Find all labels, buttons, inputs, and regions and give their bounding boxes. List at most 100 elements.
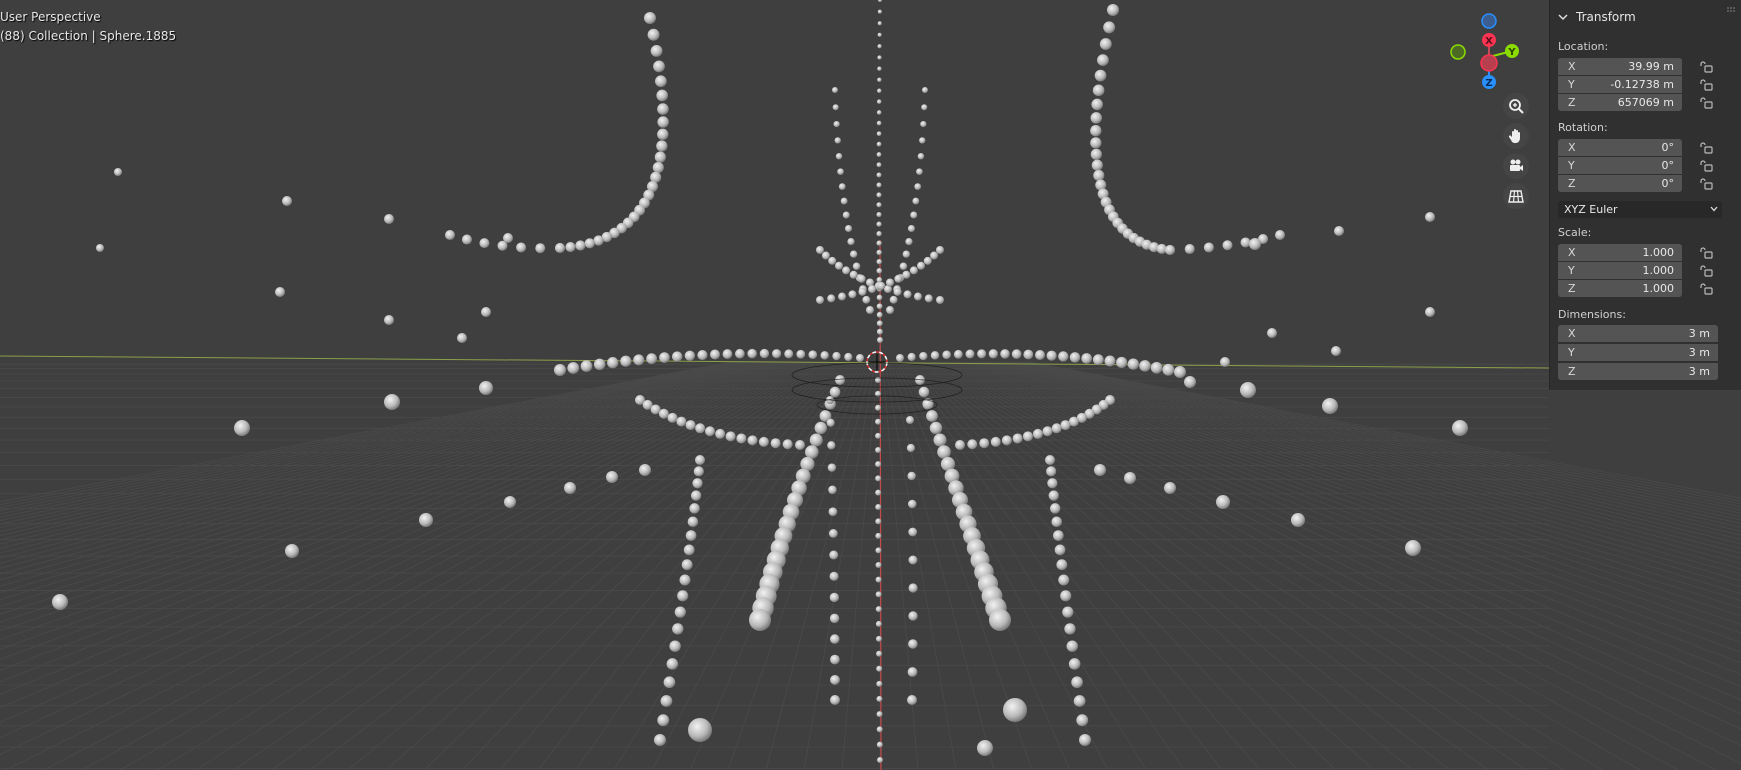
sphere: [567, 362, 580, 374]
unlock-icon[interactable]: [1699, 247, 1713, 259]
sphere: [829, 386, 841, 398]
sphere: [772, 349, 782, 359]
sphere: [516, 242, 527, 253]
sphere: [805, 445, 819, 459]
sphere: [1079, 734, 1091, 746]
sphere: [384, 394, 400, 410]
sphere: [620, 355, 632, 367]
sphere: [593, 358, 606, 371]
rotation-mode-select[interactable]: XYZ Euler: [1558, 201, 1722, 218]
sphere: [657, 128, 669, 141]
sphere: [1062, 606, 1074, 618]
rotation-y-field[interactable]: Y 0°: [1558, 157, 1682, 174]
sphere: [1012, 433, 1023, 444]
scale-z-field[interactable]: Z 1.000: [1558, 280, 1682, 297]
sphere: [1094, 69, 1107, 82]
sphere: [977, 740, 993, 756]
sphere: [1069, 352, 1081, 363]
unlock-icon[interactable]: [1699, 142, 1713, 154]
sphere: [535, 243, 546, 254]
sphere: [695, 423, 706, 434]
sphere: [1104, 355, 1116, 367]
sphere: [715, 428, 726, 439]
location-y-field[interactable]: Y -0.12738 m: [1558, 76, 1682, 93]
sphere: [1090, 125, 1102, 137]
scale-y-field[interactable]: Y 1.000: [1558, 262, 1682, 279]
location-x-field[interactable]: X 39.99 m: [1558, 58, 1682, 75]
sphere: [816, 296, 824, 304]
sphere: [868, 285, 877, 294]
object-origin-marker[interactable]: [866, 351, 888, 373]
rotation-x-field[interactable]: X 0°: [1558, 139, 1682, 156]
navigation-gizmo[interactable]: X Y Z: [1440, 10, 1520, 90]
sphere: [52, 594, 68, 610]
properties-sidebar[interactable]: Transform Location: X 39.99 m Y -0.12738…: [1549, 0, 1741, 390]
sphere: [683, 544, 695, 556]
transform-panel-header[interactable]: Transform: [1550, 6, 1741, 28]
camera-icon[interactable]: [1503, 153, 1529, 179]
sphere: [875, 461, 882, 468]
sphere: [684, 350, 696, 361]
sphere: [837, 168, 844, 175]
unlock-icon[interactable]: [1699, 265, 1713, 277]
sphere: [1124, 472, 1136, 484]
sphere: [858, 287, 867, 296]
sphere: [722, 349, 733, 359]
sphere: [1035, 350, 1045, 360]
chevron-down-icon[interactable]: [1558, 12, 1568, 22]
sphere: [1056, 559, 1068, 571]
sphere: [876, 695, 883, 702]
sphere: [1046, 466, 1057, 477]
hand-icon[interactable]: [1503, 123, 1529, 149]
dimensions-x-field[interactable]: X 3 m: [1558, 325, 1718, 342]
sphere: [875, 489, 882, 496]
sphere: [875, 532, 882, 539]
sphere: [875, 518, 882, 525]
location-z-field[interactable]: Z 657069 m: [1558, 94, 1682, 111]
sphere: [842, 211, 850, 219]
grid-icon[interactable]: [1503, 183, 1529, 209]
unlock-icon[interactable]: [1699, 178, 1713, 190]
dimensions-x-value: 3 m: [1688, 327, 1710, 340]
unlock-icon[interactable]: [1699, 283, 1713, 295]
sphere: [828, 485, 837, 495]
drag-handle-icon[interactable]: [1726, 6, 1736, 14]
rotation-z-field[interactable]: Z 0°: [1558, 175, 1682, 192]
dimensions-z-field[interactable]: Z 3 m: [1558, 363, 1718, 380]
sphere: [844, 224, 853, 233]
unlock-icon[interactable]: [1699, 79, 1713, 91]
sphere: [908, 583, 918, 593]
sphere: [633, 354, 645, 366]
sphere: [877, 9, 882, 14]
sphere: [654, 734, 666, 746]
sphere: [1452, 420, 1468, 436]
sphere: [833, 120, 840, 128]
sphere: [852, 262, 861, 270]
sphere: [580, 360, 593, 372]
scene-canvas[interactable]: [0, 0, 1741, 770]
sphere: [234, 420, 250, 436]
sphere: [749, 609, 771, 631]
sphere: [886, 278, 894, 287]
axis-label: X: [1568, 246, 1576, 259]
sphere: [844, 352, 853, 362]
sphere: [917, 153, 925, 160]
sphere: [504, 496, 516, 508]
sphere: [829, 592, 840, 603]
zoom-icon[interactable]: [1503, 93, 1529, 119]
sphere: [1060, 590, 1072, 602]
scale-x-field[interactable]: X 1.000: [1558, 244, 1682, 261]
sphere: [1045, 455, 1055, 465]
3d-viewport[interactable]: User Perspective (88) Collection | Spher…: [0, 0, 1741, 770]
unlock-icon[interactable]: [1699, 61, 1713, 73]
unlock-icon[interactable]: [1699, 160, 1713, 172]
dimensions-y-field[interactable]: Y 3 m: [1558, 344, 1718, 361]
sphere: [875, 606, 882, 613]
unlock-icon[interactable]: [1699, 97, 1713, 109]
sphere: [828, 529, 838, 538]
sphere: [930, 351, 940, 360]
scale-label: Scale:: [1558, 226, 1592, 239]
sphere: [875, 418, 882, 425]
sphere: [690, 490, 702, 501]
sphere: [838, 292, 847, 301]
